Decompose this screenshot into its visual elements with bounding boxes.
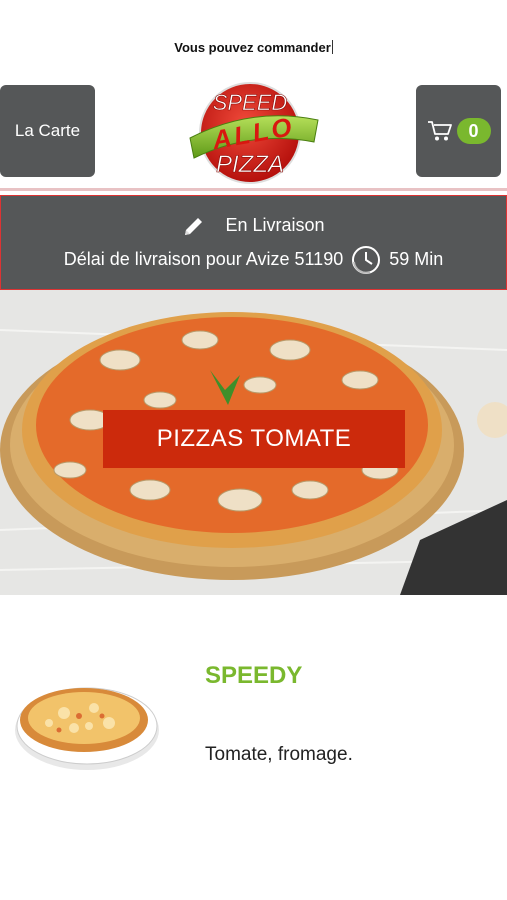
header-divider bbox=[0, 188, 507, 191]
delivery-mode: En Livraison bbox=[225, 214, 325, 235]
category-title: PIZZAS TOMATE bbox=[156, 425, 352, 452]
category-title-button[interactable]: PIZZAS TOMATE bbox=[103, 410, 405, 468]
status-text: Vous pouvez commander bbox=[174, 40, 331, 55]
cart-count-badge: 0 bbox=[456, 118, 491, 144]
status-message: Vous pouvez commander bbox=[0, 40, 507, 55]
menu-button-label: La Carte bbox=[14, 121, 81, 140]
delivery-time: 59 Min bbox=[389, 248, 444, 269]
delivery-info-panel[interactable]: En Livraison Délai de livraison pour Avi… bbox=[0, 195, 507, 290]
menu-button[interactable]: La Carte bbox=[0, 85, 95, 177]
pencil-icon bbox=[185, 218, 203, 235]
logo-text-top: SPEED bbox=[213, 90, 288, 115]
logo: SPEED ALLO PIZZA bbox=[189, 82, 319, 184]
clock-icon bbox=[352, 246, 381, 274]
logo-text-bottom: PIZZA bbox=[216, 151, 284, 178]
delivery-delay-row: Délai de livraison pour Avize 51190 59 M… bbox=[1, 244, 506, 276]
delivery-mode-row[interactable]: En Livraison bbox=[1, 214, 506, 238]
product-image bbox=[15, 687, 159, 770]
product-item[interactable]: SPEEDY Tomate, fromage. bbox=[0, 640, 507, 820]
category-banner[interactable]: PIZZAS TOMATE bbox=[0, 290, 507, 595]
text-caret bbox=[331, 40, 333, 54]
cart-button[interactable]: 0 bbox=[416, 85, 501, 177]
product-name: SPEEDY bbox=[205, 662, 303, 689]
delivery-delay-text: Délai de livraison pour Avize 51190 bbox=[63, 248, 344, 269]
cart-icon bbox=[427, 121, 452, 141]
product-description: Tomate, fromage. bbox=[205, 744, 353, 765]
